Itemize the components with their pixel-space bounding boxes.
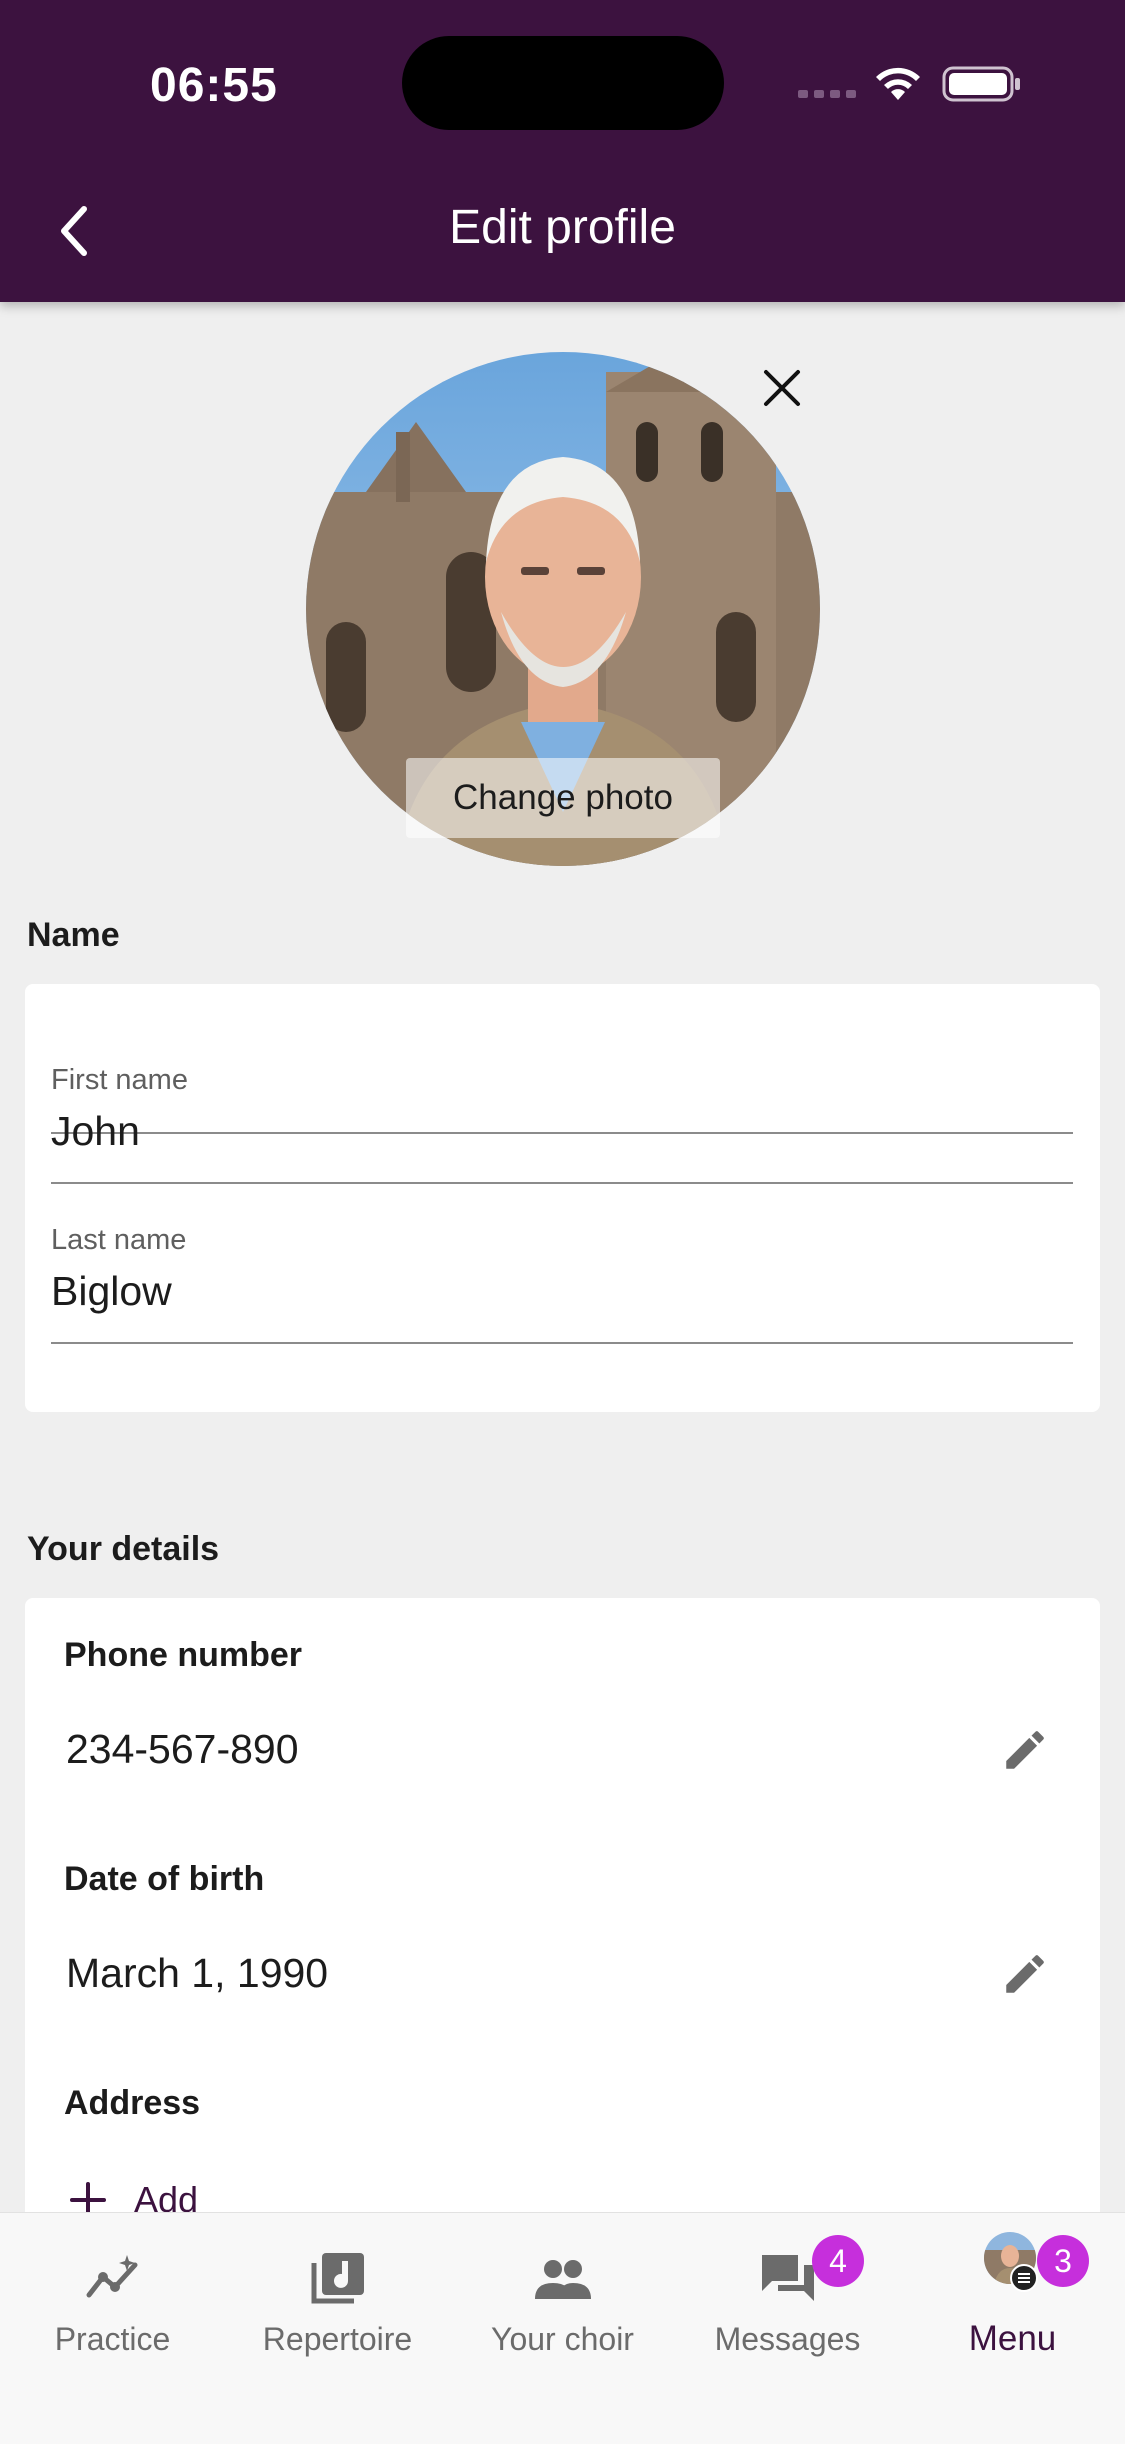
tab-menu-label: Menu	[968, 2319, 1057, 2358]
dob-value: March 1, 1990	[66, 1950, 329, 1996]
tab-repertoire[interactable]: Repertoire	[225, 2233, 450, 2373]
wifi-icon	[876, 67, 920, 100]
tab-your-choir[interactable]: Your choir	[450, 2233, 675, 2373]
first-name-spacer	[51, 984, 1073, 1184]
address-label: Address	[64, 2084, 201, 2122]
first-name-underline	[51, 1182, 1073, 1184]
app-header: 06:55 Edit profile	[0, 0, 1125, 302]
close-icon	[764, 370, 800, 406]
status-time: 06:55	[150, 59, 278, 112]
name-card: First name John Last name Biglow	[25, 984, 1100, 1412]
messages-badge: 4	[812, 2235, 864, 2287]
menu-badge: 3	[1037, 2235, 1089, 2287]
chat-icon	[762, 2255, 814, 2301]
edit-phone-button[interactable]	[997, 1722, 1053, 1778]
group-icon	[535, 2260, 591, 2299]
dynamic-island	[402, 36, 724, 130]
phone-value: 234-567-890	[66, 1726, 299, 1772]
details-section-label: Your details	[27, 1530, 220, 1568]
tab-practice-label: Practice	[54, 2321, 171, 2357]
last-name-value: Biglow	[51, 1268, 172, 1314]
pencil-icon	[1006, 1955, 1044, 1993]
tab-practice[interactable]: Practice	[0, 2233, 225, 2373]
bottom-tab-bar: Practice Repertoire Your choir Messages …	[0, 2212, 1125, 2444]
name-section-label: Name	[27, 916, 120, 954]
cellular-signal-icon	[798, 90, 856, 100]
remove-photo-button[interactable]	[754, 360, 810, 416]
tab-repertoire-label: Repertoire	[262, 2321, 413, 2357]
change-photo-button[interactable]: Change photo	[406, 758, 720, 838]
last-name-field[interactable]: Last name Biglow	[51, 1184, 1073, 1344]
practice-chart-icon	[86, 2255, 138, 2298]
details-card: Phone number 234-567-890 Date of birth M…	[25, 1598, 1100, 2244]
music-library-icon	[311, 2253, 364, 2304]
page-title: Edit profile	[449, 201, 676, 254]
tab-messages[interactable]: Messages 4	[675, 2233, 900, 2373]
dob-label: Date of birth	[64, 1860, 265, 1898]
battery-icon	[942, 66, 1020, 102]
tab-your-choir-label: Your choir	[491, 2321, 634, 2357]
pencil-icon	[1006, 1731, 1044, 1769]
tab-messages-label: Messages	[714, 2321, 861, 2357]
phone-label: Phone number	[64, 1636, 303, 1674]
menu-lines-icon	[1010, 2264, 1038, 2292]
last-name-label: Last name	[51, 1224, 187, 1256]
edit-dob-button[interactable]	[997, 1946, 1053, 2002]
